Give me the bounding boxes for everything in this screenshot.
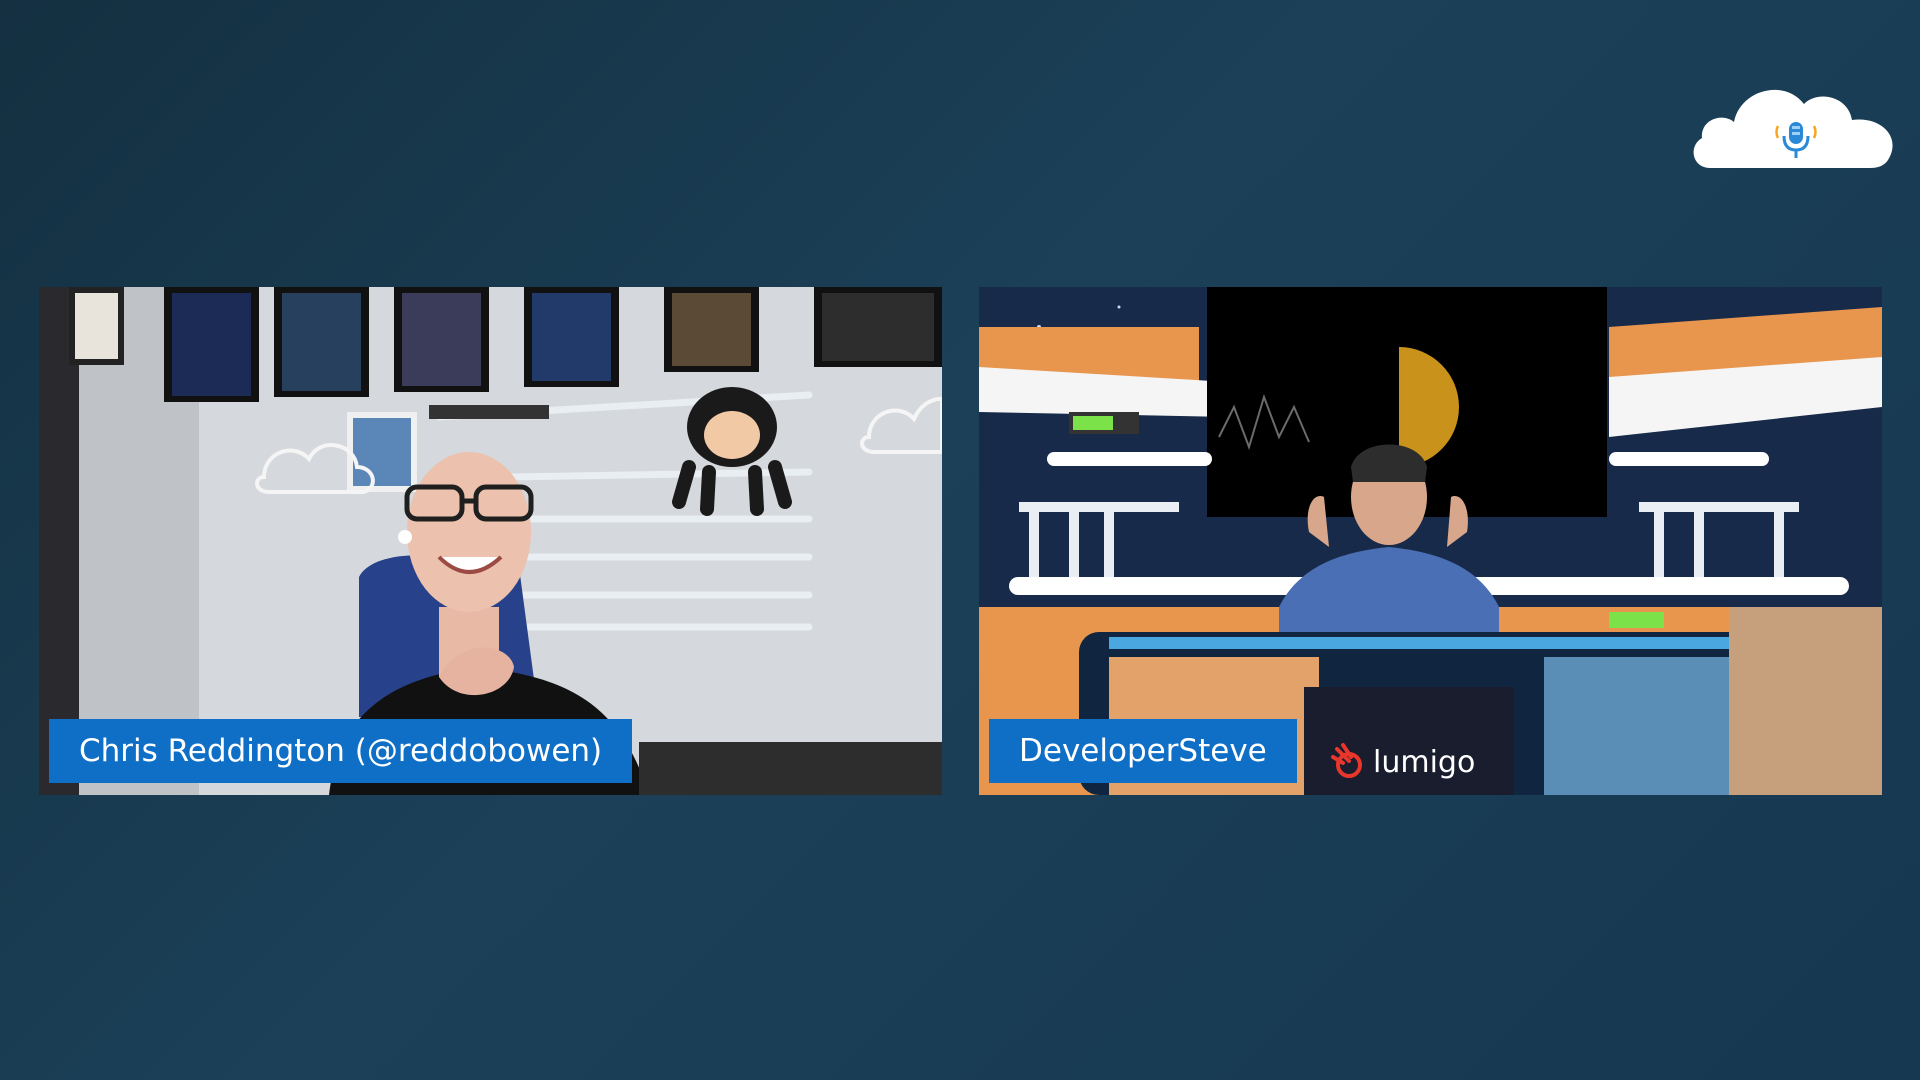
participant-name-tag: Chris Reddington (@reddobowen) — [49, 719, 633, 783]
participant-name-tag: DeveloperSteve — [989, 719, 1297, 783]
lumigo-flame-icon — [1331, 743, 1362, 778]
microphone-cloud-icon — [1693, 89, 1893, 168]
stream-stage: Chris Reddington (@reddobowen) Developer… — [0, 0, 1920, 1080]
sponsor-logo-text: lumigo — [1373, 744, 1476, 780]
video-tile-chris[interactable]: Chris Reddington (@reddobowen) — [39, 287, 942, 795]
sponsor-logo: lumigo — [1329, 743, 1475, 781]
video-tile-developersteve[interactable]: DeveloperSteve lumigo — [979, 287, 1882, 795]
